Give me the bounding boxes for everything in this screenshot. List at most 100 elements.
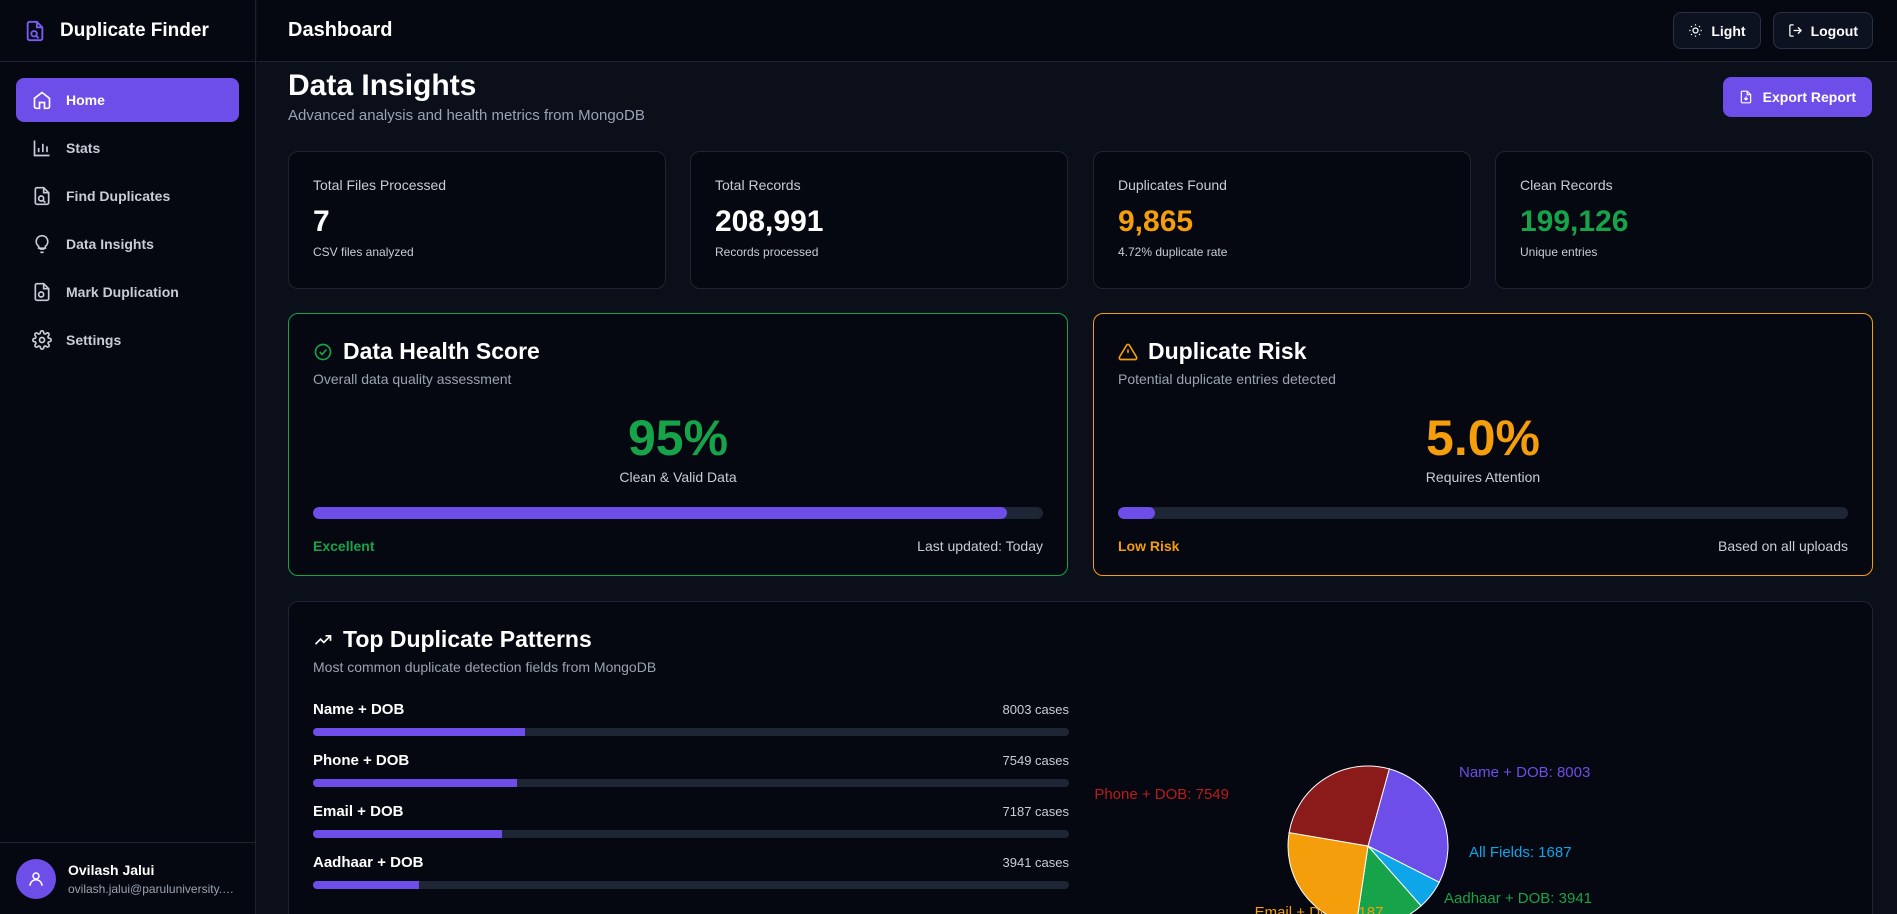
user-profile[interactable]: Ovilash Jalui ovilash.jalui@parulunivers…	[0, 842, 256, 914]
sidebar-item-home[interactable]: Home	[16, 78, 239, 122]
pattern-row: Aadhaar + DOB 3941 cases	[313, 854, 1069, 889]
pattern-row: Phone + DOB 7549 cases	[313, 752, 1069, 787]
pattern-progress-bar	[313, 779, 1069, 787]
file-search-icon	[26, 20, 44, 41]
stat-label: Total Files Processed	[313, 177, 447, 193]
pattern-name: Phone + DOB	[313, 752, 410, 769]
brand[interactable]: Duplicate Finder	[0, 0, 255, 62]
logout-button[interactable]: Logout	[1772, 12, 1873, 49]
stat-note: CSV files analyzed	[313, 245, 414, 259]
stat-value: 199,126	[1520, 205, 1629, 238]
pie-label: All Fields: 1687	[1469, 844, 1572, 861]
health-progress-fill	[313, 507, 1007, 519]
user-icon	[29, 871, 43, 886]
duplicate-patterns-pie-chart: Name + DOB: 8003 All Fields: 1687 Aadhaar …	[1094, 764, 1592, 914]
export-report-button[interactable]: Export Report	[1722, 77, 1872, 117]
theme-label: Light	[1711, 22, 1746, 39]
risk-title: Duplicate Risk	[1148, 338, 1307, 364]
stat-card-files: Total Files Processed 7 CSV files analyz…	[288, 151, 666, 289]
stat-note: 4.72% duplicate rate	[1118, 245, 1228, 259]
risk-progress-fill	[1118, 507, 1155, 519]
sidebar-item-stats[interactable]: Stats	[16, 126, 239, 170]
sidebar-item-label: Stats	[66, 140, 101, 156]
stat-card-records: Total Records 208,991 Records processed	[690, 151, 1068, 289]
health-status: Excellent	[313, 538, 375, 554]
duplicate-risk-card: Duplicate Risk Potential duplicate entri…	[1093, 313, 1873, 576]
pie-label: Aadhaar + DOB: 3941	[1444, 890, 1592, 907]
logout-label: Logout	[1810, 22, 1858, 39]
risk-subtitle: Potential duplicate entries detected	[1118, 371, 1336, 387]
page-title: Dashboard	[288, 19, 393, 41]
health-score: 95%	[627, 410, 729, 466]
patterns-list: Name + DOB 8003 cases Phone + DOB 7549 cas…	[313, 701, 1069, 889]
pattern-progress-fill	[313, 830, 502, 838]
sidebar-item-data-insights[interactable]: Data Insights	[16, 222, 239, 266]
risk-score: 5.0%	[1426, 410, 1540, 466]
stat-value: 208,991	[715, 205, 824, 238]
card-title: Top Duplicate Patterns	[313, 626, 1848, 653]
section-subtitle: Advanced analysis and health metrics fro…	[288, 107, 645, 124]
patterns-title: Top Duplicate Patterns	[343, 626, 592, 652]
card-title: Duplicate Risk	[1118, 338, 1848, 365]
pattern-count: 8003 cases	[1002, 702, 1070, 717]
health-score-label: Clean & Valid Data	[619, 469, 737, 485]
export-label: Export Report	[1762, 89, 1856, 105]
data-health-card: Data Health Score Overall data quality a…	[288, 313, 1068, 576]
pattern-name: Name + DOB	[313, 701, 405, 718]
gear-icon	[32, 330, 52, 350]
sun-icon	[1689, 24, 1703, 37]
top-patterns-card: Top Duplicate Patterns Most common dupli…	[288, 601, 1873, 914]
stat-card-duplicates: Duplicates Found 9,865 4.72% duplicate r…	[1093, 151, 1471, 289]
pattern-progress-bar	[313, 728, 1069, 736]
lightbulb-icon	[35, 234, 49, 254]
risk-status: Low Risk	[1118, 538, 1180, 554]
bar-chart-icon	[33, 140, 50, 157]
health-updated: Last updated: Today	[917, 538, 1043, 554]
pattern-row: Email + DOB 7187 cases	[313, 803, 1069, 838]
sidebar-item-label: Mark Duplication	[66, 284, 179, 300]
pie-label: Phone + DOB: 7549	[1094, 786, 1229, 803]
stat-value: 7	[313, 205, 330, 238]
health-subtitle: Overall data quality assessment	[313, 371, 512, 387]
pie-label: Email + DOB: 7187	[1255, 904, 1384, 914]
sidebar: Duplicate Finder Home Stats Find Duplica…	[0, 0, 256, 914]
patterns-subtitle: Most common duplicate detection fields f…	[313, 659, 657, 675]
pattern-progress-fill	[313, 728, 525, 736]
theme-toggle-button[interactable]: Light	[1673, 12, 1761, 49]
risk-basis: Based on all uploads	[1718, 538, 1848, 554]
risk-score-label: Requires Attention	[1425, 469, 1541, 485]
sidebar-item-label: Find Duplicates	[66, 188, 171, 204]
health-progress-bar	[313, 507, 1043, 519]
page-header: Data Insights Advanced analysis and heal…	[288, 69, 645, 124]
avatar	[16, 858, 56, 899]
sidebar-item-settings[interactable]: Settings	[16, 318, 239, 362]
sidebar-item-label: Settings	[66, 332, 122, 348]
pattern-row: Name + DOB 8003 cases	[313, 701, 1069, 736]
main-content: Data Insights Advanced analysis and heal…	[257, 63, 1897, 914]
pattern-progress-fill	[313, 779, 518, 787]
sidebar-item-mark-duplication[interactable]: Mark Duplication	[16, 270, 239, 314]
pattern-progress-fill	[313, 881, 419, 889]
sidebar-item-label: Data Insights	[66, 236, 154, 252]
stat-label: Total Records	[715, 177, 801, 193]
sidebar-item-label: Home	[66, 92, 105, 108]
user-name: Ovilash Jalui	[68, 861, 155, 878]
check-circle-icon	[314, 343, 332, 360]
file-search-icon	[34, 186, 50, 206]
stat-note: Unique entries	[1520, 245, 1598, 259]
trending-up-icon	[314, 634, 332, 645]
logout-icon	[1788, 24, 1802, 37]
app-title: Duplicate Finder	[60, 19, 209, 41]
sidebar-nav: Home Stats Find Duplicates Data Insights…	[0, 62, 255, 362]
sidebar-item-find-duplicates[interactable]: Find Duplicates	[16, 174, 239, 218]
stat-card-clean: Clean Records 199,126 Unique entries	[1495, 151, 1873, 289]
stat-note: Records processed	[715, 245, 819, 259]
file-mark-icon	[34, 282, 50, 302]
home-icon	[33, 91, 51, 110]
pattern-name: Email + DOB	[313, 803, 404, 820]
pattern-name: Aadhaar + DOB	[313, 854, 424, 871]
pie-label: Name + DOB: 8003	[1459, 764, 1590, 781]
stat-value: 9,865	[1118, 205, 1194, 238]
card-title: Data Health Score	[313, 338, 1043, 365]
pie-slice[interactable]	[1287, 831, 1369, 914]
